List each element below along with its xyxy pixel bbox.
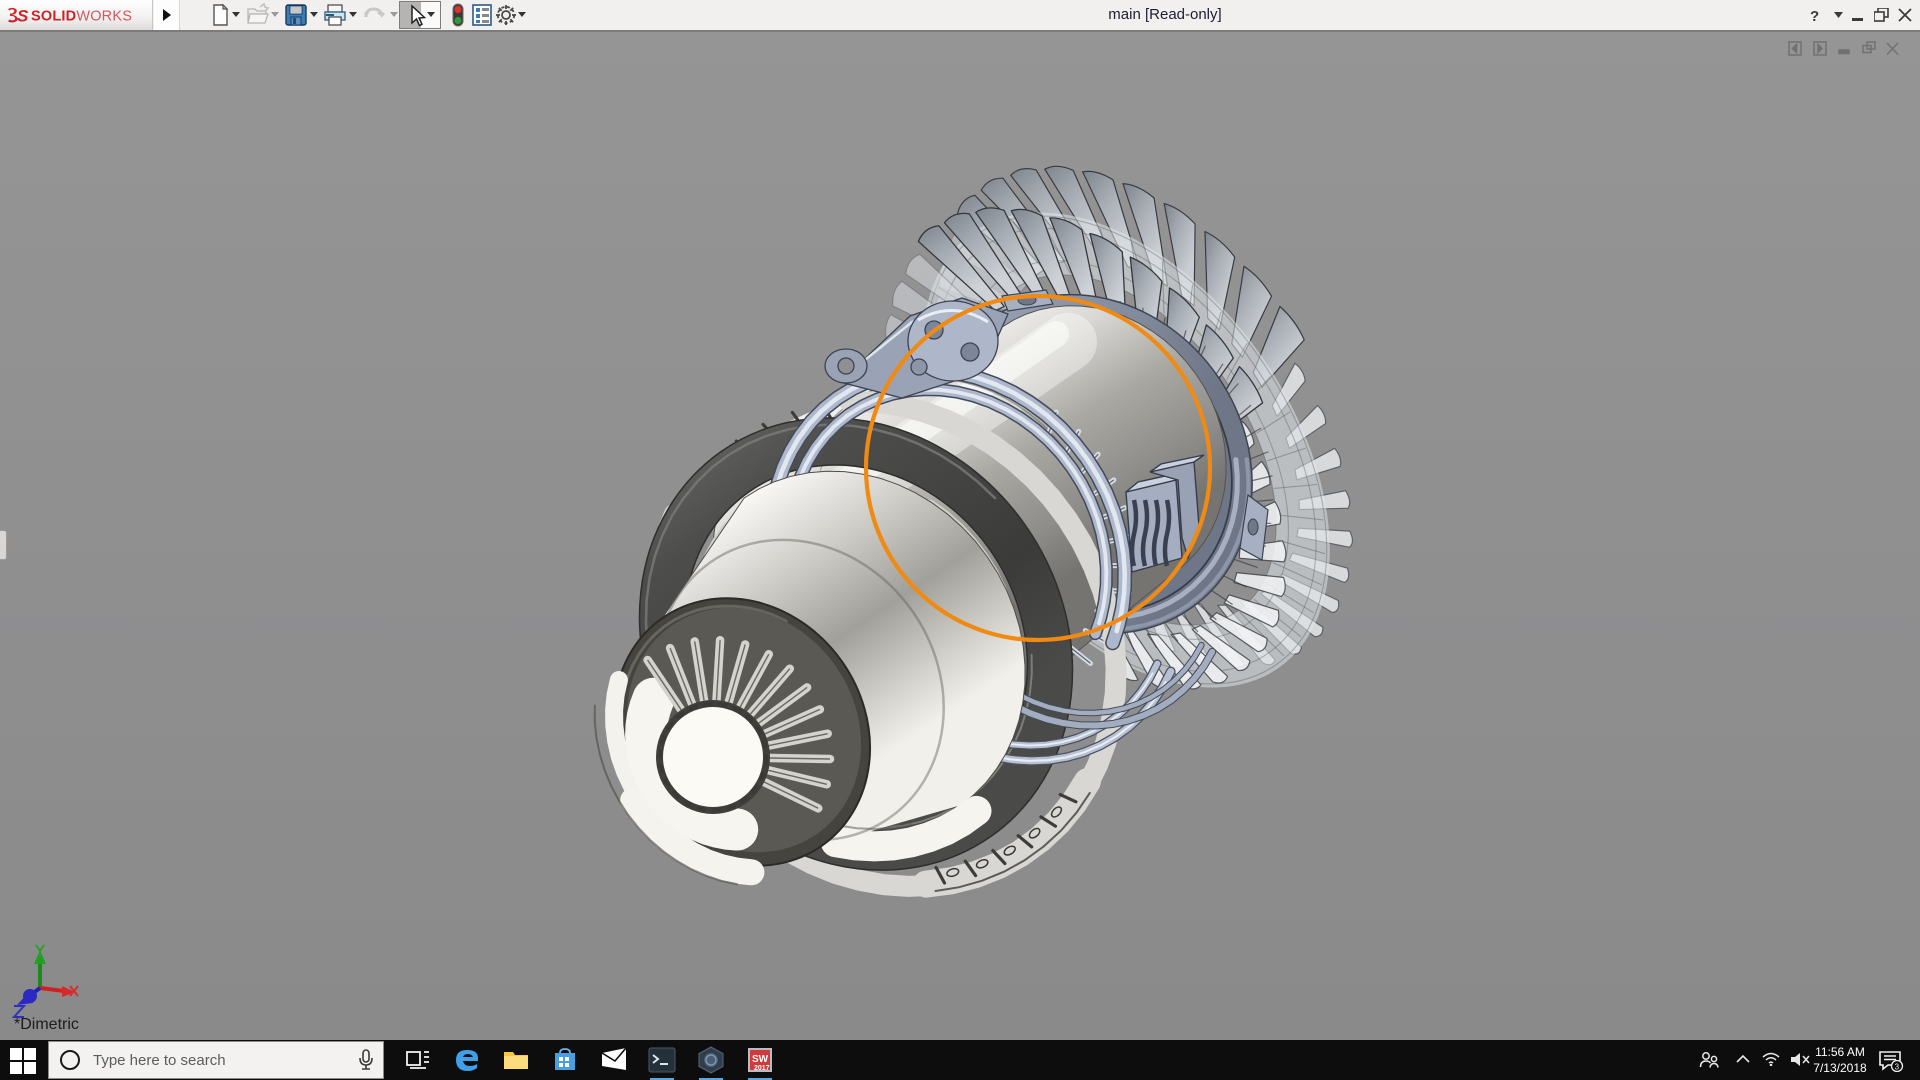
svg-text:3: 3 <box>1895 1063 1900 1072</box>
svg-text:SOLIDWORKS: SOLIDWORKS <box>31 9 132 25</box>
svg-text:2017: 2017 <box>754 1065 770 1072</box>
svg-text:?: ? <box>1810 8 1819 23</box>
svg-text:SW: SW <box>752 1054 769 1065</box>
svg-text:S: S <box>17 7 29 26</box>
